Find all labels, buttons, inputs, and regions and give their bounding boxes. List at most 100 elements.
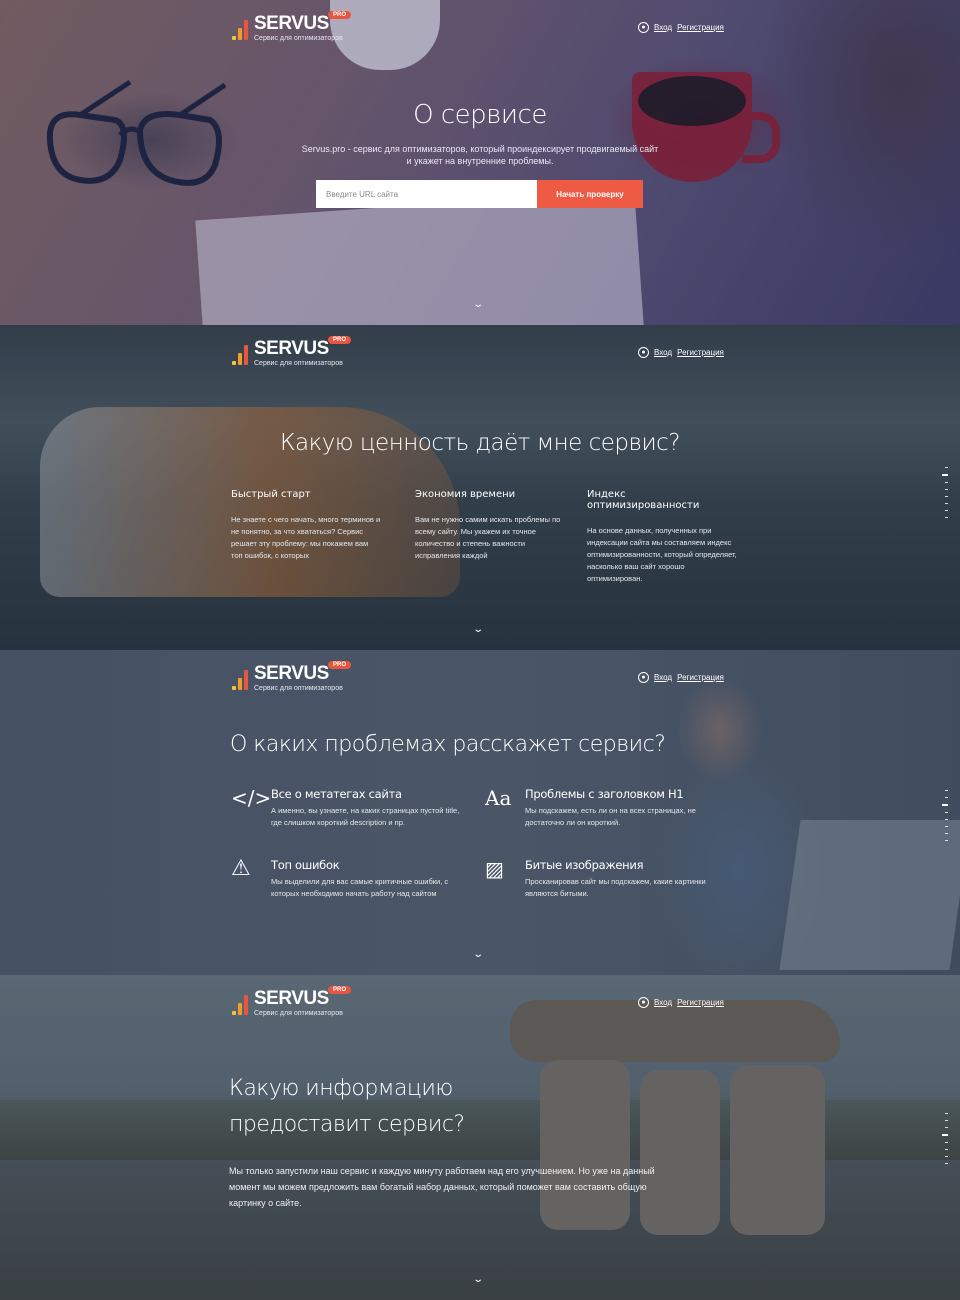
feature-heading: Проблемы с заголовком H1 [525,787,684,801]
pagination-dot[interactable] [945,482,948,483]
url-input[interactable] [316,180,537,208]
pagination-dot[interactable] [945,1113,948,1114]
code-icon: </> [231,786,272,810]
warning-icon: ⚠ [231,856,251,881]
logo[interactable]: SERVUS Сервис для оптимизаторов PRO [232,336,352,367]
value-column: Индекс оптимизированности На основе данн… [587,489,737,585]
pagination-dot[interactable] [945,503,948,504]
auth-links: ● Вход Регистрация [638,22,724,33]
feature-item: ⚠ Топ ошибок Мы выделили для вас самые к… [231,858,471,900]
pagination-dot[interactable] [945,1120,948,1121]
logo-subtitle: Сервис для оптимизаторов [254,685,343,692]
register-link[interactable]: Регистрация [677,23,724,32]
logo-pro-badge: PRO [328,986,352,994]
scroll-down-icon[interactable]: ⌄ [472,300,484,310]
pagination-dot[interactable] [945,1163,948,1164]
scroll-down-icon[interactable]: ⌄ [472,625,484,635]
pagination-dot[interactable] [945,819,948,820]
section-title: Какую ценность даёт мне сервис? [280,430,680,456]
pagination-dot[interactable] [945,496,948,497]
feature-text: Просканировав сайт мы подскажем, какие к… [525,877,706,898]
value-column: Экономия времени Вам не нужно самим иска… [415,489,565,562]
logo-subtitle: Сервис для оптимизаторов [254,35,343,42]
login-link[interactable]: Вход [654,673,672,682]
feature-item: ▨ Битые изображения Просканировав сайт м… [485,858,725,900]
register-link[interactable]: Регистрация [677,673,724,682]
pagination-dot[interactable] [945,1149,948,1150]
pagination-dot[interactable] [945,833,948,834]
value-heading: Быстрый старт [231,489,311,500]
user-icon: ● [638,22,649,33]
scroll-down-icon[interactable]: ⌄ [472,950,484,960]
section-pagination [942,1113,948,1164]
pagination-dot[interactable] [945,1127,948,1128]
section-description: Мы только запустили наш сервис и каждую … [229,1166,655,1208]
user-icon: ● [638,997,649,1008]
feature-heading: Все о метатегах сайта [271,787,402,801]
feature-heading: Топ ошибок [271,858,340,872]
hero-section: SERVUS Сервис для оптимизаторов PRO ● Вх… [0,0,960,325]
register-link[interactable]: Регистрация [677,998,724,1007]
feature-text: А именно, вы узнаете, на каких страницах… [271,806,460,827]
login-link[interactable]: Вход [654,23,672,32]
auth-links: ● Вход Регистрация [638,347,724,358]
feature-item: </> Все о метатегах сайта А именно, вы у… [231,787,471,829]
feature-item: Aa Проблемы с заголовком H1 Мы подскажем… [485,787,725,829]
pagination-dot[interactable] [945,1142,948,1143]
pagination-dot-active[interactable] [942,474,948,476]
value-heading: Индекс оптимизированности [587,489,700,511]
pagination-dot[interactable] [945,790,948,791]
logo-bars-icon [232,668,248,690]
pagination-dot[interactable] [945,467,948,468]
feature-text: Мы выделили для вас самые критичные ошиб… [271,877,449,898]
pagination-dot[interactable] [945,840,948,841]
feature-heading: Битые изображения [525,858,644,872]
section-pagination [942,790,948,841]
logo-subtitle: Сервис для оптимизаторов [254,360,343,367]
value-column: Быстрый старт Не знаете с чего начать, м… [231,489,381,562]
logo[interactable]: SERVUS Сервис для оптимизаторов PRO [232,986,352,1017]
login-link[interactable]: Вход [654,348,672,357]
logo-pro-badge: PRO [328,11,352,19]
section-title: Какую информацию предоставит сервис? [229,1076,465,1137]
pagination-dot-active[interactable] [942,1134,948,1136]
section-pagination [942,467,948,518]
service-description: Servus.pro - сервис для оптимизаторов, к… [301,144,659,166]
login-link[interactable]: Вход [654,998,672,1007]
page-title: О сервисе [413,100,547,130]
logo-bars-icon [232,343,248,365]
feature-text: Мы подскажем, есть ли он на всех страниц… [525,806,696,827]
logo-subtitle: Сервис для оптимизаторов [254,1010,343,1017]
url-check-form: Начать проверку [316,180,643,208]
value-text: Вам не нужно самим искать проблемы по вс… [415,515,561,560]
logo[interactable]: SERVUS Сервис для оптимизаторов PRO [232,11,352,42]
value-text: На основе данных, полученных при индекса… [587,526,737,583]
pagination-dot[interactable] [945,826,948,827]
pagination-dot[interactable] [945,797,948,798]
pagination-dot[interactable] [945,1156,948,1157]
auth-links: ● Вход Регистрация [638,672,724,683]
user-icon: ● [638,347,649,358]
pagination-dot[interactable] [945,812,948,813]
logo[interactable]: SERVUS Сервис для оптимизаторов PRO [232,661,352,692]
pagination-dot[interactable] [945,517,948,518]
user-icon: ● [638,672,649,683]
logo-pro-badge: PRO [328,336,352,344]
logo-bars-icon [232,18,248,40]
auth-links: ● Вход Регистрация [638,997,724,1008]
logo-bars-icon [232,993,248,1015]
scroll-down-icon[interactable]: ⌄ [472,1275,484,1285]
pagination-dot[interactable] [945,489,948,490]
broken-image-icon: ▨ [485,857,504,881]
value-heading: Экономия времени [415,489,516,500]
pagination-dot[interactable] [945,510,948,511]
information-section: SERVUS Сервис для оптимизаторов PRO ● Вх… [0,975,960,1300]
section-title: О каких проблемах расскажет сервис? [230,732,666,757]
typography-icon: Aa [485,786,512,810]
value-section: SERVUS Сервис для оптимизаторов PRO ● Вх… [0,325,960,650]
value-text: Не знаете с чего начать, много терминов … [231,515,381,560]
pagination-dot-active[interactable] [942,804,948,806]
register-link[interactable]: Регистрация [677,348,724,357]
start-check-button[interactable]: Начать проверку [537,180,643,208]
logo-pro-badge: PRO [328,661,352,669]
